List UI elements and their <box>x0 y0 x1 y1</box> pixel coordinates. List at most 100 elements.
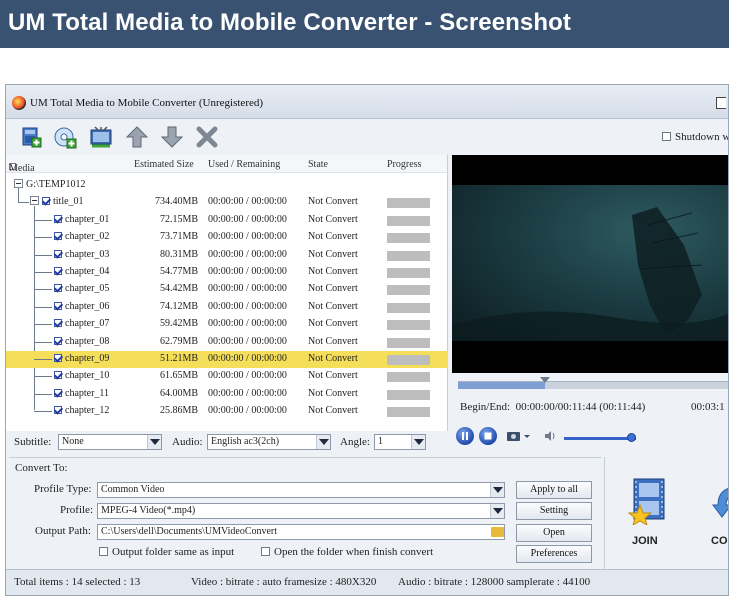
pause-button[interactable] <box>456 427 474 445</box>
chapter-row[interactable]: chapter_06 74.12MB 00:00:00 / 00:00:00 Not … <box>6 299 448 316</box>
row-checkbox[interactable] <box>54 336 62 345</box>
row-checkbox[interactable] <box>54 388 62 397</box>
open-when-finish-checkbox[interactable] <box>261 547 270 556</box>
convert-button-label[interactable]: CO <box>711 535 728 547</box>
timeline-slider[interactable] <box>458 377 728 389</box>
status-video: Video : bitrate : auto framesize : 480X3… <box>191 576 377 588</box>
same-as-input-option[interactable]: Output folder same as input <box>99 546 234 558</box>
stop-button[interactable] <box>479 427 497 445</box>
video-frame <box>452 185 728 341</box>
row-size: 54.42MB <box>159 283 198 295</box>
shutdown-option[interactable]: Shutdown w <box>662 131 728 143</box>
chapter-row[interactable]: chapter_10 61.65MB 00:00:00 / 00:00:00 Not … <box>6 368 448 385</box>
shutdown-checkbox[interactable] <box>662 132 671 141</box>
join-icon[interactable] <box>628 477 668 525</box>
convert-to-label: Convert To: <box>15 462 68 474</box>
row-checkbox[interactable] <box>54 371 62 380</box>
open-when-finish-option[interactable]: Open the folder when finish convert <box>261 546 433 558</box>
row-progress-bar <box>387 250 430 261</box>
timeline-handle[interactable] <box>540 377 551 383</box>
tree-line <box>34 289 52 291</box>
row-checkbox[interactable] <box>54 406 62 415</box>
chevron-down-icon <box>411 435 425 449</box>
preferences-button[interactable]: Preferences <box>516 545 592 563</box>
apply-to-all-button[interactable]: Apply to all <box>516 481 592 499</box>
maximize-button[interactable] <box>716 97 726 109</box>
move-up-icon[interactable] <box>124 124 150 150</box>
toolbar <box>6 119 728 155</box>
tree-line <box>34 359 52 360</box>
title-row[interactable]: title_01 734.40MB 00:00:00 / 00:00:00 No… <box>6 194 448 211</box>
collapse-icon[interactable] <box>30 196 39 206</box>
chapter-row[interactable]: chapter_09 51.21MB 00:00:00 / 00:00:00 Not … <box>6 351 448 369</box>
chapter-row[interactable]: chapter_08 62.79MB 00:00:00 / 00:00:00 Not … <box>6 334 448 351</box>
subtitle-select[interactable]: None <box>58 434 162 450</box>
volume-handle[interactable] <box>627 433 637 442</box>
remove-icon[interactable] <box>194 124 220 150</box>
row-state: Not Convert <box>308 248 358 260</box>
title-bar: UM Total Media to Mobile Converter (Unre… <box>6 85 728 119</box>
tree-root-row[interactable]: G:\TEMP1012 <box>6 177 448 194</box>
same-as-input-checkbox[interactable] <box>99 547 108 556</box>
output-path-field[interactable]: C:\Users\dell\Documents\UMVideoConvert <box>97 524 505 540</box>
row-used: 00:00:00 / 00:00:00 <box>208 300 287 312</box>
audio-select[interactable]: English ac3(2ch) <box>207 434 331 450</box>
status-audio: Audio : bitrate : 128000 samplerate : 44… <box>398 576 591 588</box>
row-name: chapter_10 <box>65 370 110 382</box>
collapse-icon[interactable] <box>14 179 23 188</box>
row-checkbox[interactable] <box>54 319 62 328</box>
open-button[interactable]: Open <box>516 524 592 542</box>
chapter-row[interactable]: chapter_01 72.15MB 00:00:00 / 00:00:00 Not … <box>6 212 448 229</box>
folder-icon[interactable] <box>491 527 504 537</box>
chapter-row[interactable]: chapter_05 54.42MB 00:00:00 / 00:00:00 Not … <box>6 281 448 298</box>
snapshot-icon[interactable] <box>506 429 532 443</box>
column-state[interactable]: State <box>308 159 328 170</box>
add-folder-icon[interactable] <box>52 124 78 150</box>
row-checkbox[interactable] <box>42 197 50 206</box>
row-size: 72.15MB <box>159 213 198 225</box>
convert-icon[interactable] <box>712 483 729 521</box>
row-checkbox[interactable] <box>54 267 62 275</box>
volume-slider[interactable] <box>564 437 636 440</box>
current-time-readout: 00:03:1 <box>691 401 725 413</box>
join-button-label[interactable]: JOIN <box>632 535 658 547</box>
media-list: Media Estimated Size Used / Remaining St… <box>6 155 448 431</box>
row-state: Not Convert <box>308 300 358 312</box>
column-used[interactable]: Used / Remaining <box>208 159 280 170</box>
volume-icon[interactable] <box>543 429 557 443</box>
row-checkbox[interactable] <box>54 214 62 223</box>
chapter-row[interactable]: chapter_07 59.42MB 00:00:00 / 00:00:00 Not … <box>6 316 448 333</box>
chapter-row[interactable]: chapter_04 54.77MB 00:00:00 / 00:00:00 Not … <box>6 264 448 281</box>
row-checkbox[interactable] <box>54 249 62 258</box>
chapter-row[interactable]: chapter_02 73.71MB 00:00:00 / 00:00:00 Not … <box>6 229 448 246</box>
app-window: UM Total Media to Mobile Converter (Unre… <box>5 84 729 596</box>
row-state: Not Convert <box>308 266 358 277</box>
row-checkbox[interactable] <box>54 301 62 310</box>
chevron-down-icon <box>316 435 330 449</box>
move-down-icon[interactable] <box>159 124 185 150</box>
tree-line <box>34 219 52 221</box>
angle-select[interactable]: 1 <box>374 434 426 450</box>
chapter-row[interactable]: chapter_11 64.00MB 00:00:00 / 00:00:00 Not … <box>6 386 448 403</box>
row-checkbox[interactable] <box>54 284 62 293</box>
edit-video-icon[interactable] <box>88 124 114 150</box>
chapter-row[interactable]: chapter_03 80.31MB 00:00:00 / 00:00:00 Not … <box>6 247 448 264</box>
row-checkbox[interactable] <box>54 232 62 241</box>
row-checkbox[interactable] <box>54 354 62 362</box>
row-size: 73.71MB <box>159 231 198 243</box>
row-used: 00:00:00 / 00:00:00 <box>208 196 287 208</box>
setting-button[interactable]: Setting <box>516 502 592 520</box>
row-progress-bar <box>387 302 430 313</box>
tree-line <box>34 324 52 326</box>
row-name: title_01 <box>53 196 84 208</box>
tree-line <box>34 272 52 273</box>
add-file-icon[interactable] <box>18 124 44 150</box>
profile-type-select[interactable]: Common Video <box>97 482 505 498</box>
profile-type-label: Profile Type: <box>34 483 92 495</box>
profile-select[interactable]: MPEG-4 Video(*.mp4) <box>97 503 505 519</box>
column-progress[interactable]: Progress <box>387 159 421 170</box>
window-title: UM Total Media to Mobile Converter (Unre… <box>30 97 264 109</box>
chapter-row[interactable]: chapter_12 25.86MB 00:00:00 / 00:00:00 Not … <box>6 403 448 420</box>
row-progress-bar <box>387 268 430 278</box>
column-size[interactable]: Estimated Size <box>134 159 194 170</box>
